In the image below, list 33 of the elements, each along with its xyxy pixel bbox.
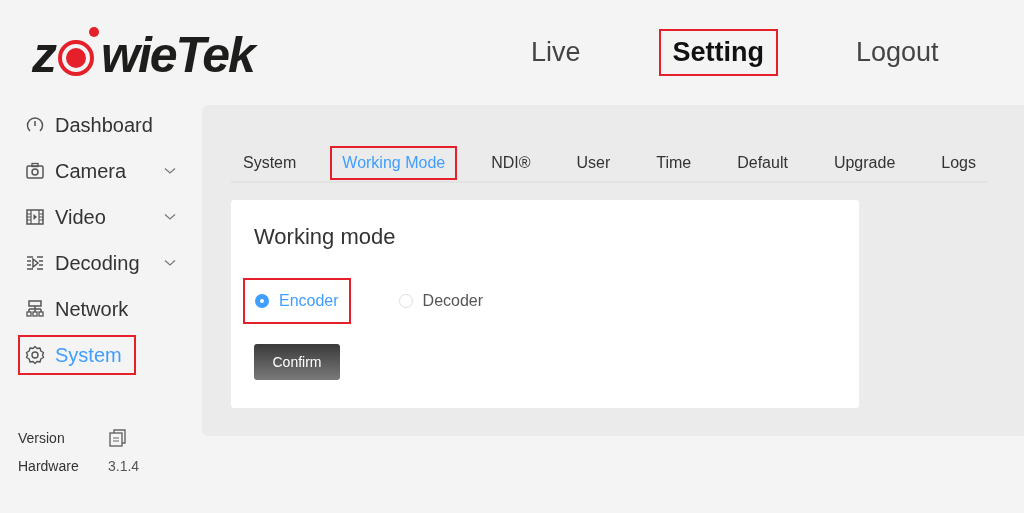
tab[interactable]: Time xyxy=(644,146,704,180)
tab[interactable]: Logs xyxy=(929,146,988,180)
settings-icon xyxy=(25,345,45,365)
nav-link[interactable]: Setting xyxy=(658,29,779,76)
chevron-down-icon xyxy=(164,213,176,221)
nav-link[interactable]: Live xyxy=(517,29,595,76)
info-value: 3.1.4 xyxy=(108,458,140,474)
tab[interactable]: NDI® xyxy=(479,146,543,180)
tab[interactable]: Upgrade xyxy=(821,146,908,180)
confirm-button[interactable]: Confirm xyxy=(254,344,340,380)
logo-text: z xyxy=(32,29,55,80)
chevron-down-icon xyxy=(164,259,176,267)
card-title: Working mode xyxy=(254,224,397,250)
sidebar-item[interactable]: Decoding xyxy=(18,243,178,283)
sidebar-item[interactable]: Dashboard xyxy=(18,105,178,145)
info-label: Version xyxy=(18,430,66,446)
tab[interactable]: User xyxy=(564,146,623,180)
sidebar-item[interactable]: Video xyxy=(18,197,178,237)
camera-icon xyxy=(25,161,45,181)
nav-link[interactable]: Logout xyxy=(842,29,953,76)
tab[interactable]: Default xyxy=(725,146,800,180)
copy-icon[interactable] xyxy=(108,428,128,448)
film-icon xyxy=(25,207,45,227)
sidebar-item[interactable]: Network xyxy=(18,289,178,329)
radio-option[interactable]: Decoder xyxy=(386,278,496,324)
network-icon xyxy=(25,299,45,319)
info-label: Hardware xyxy=(18,458,80,474)
logo-ring-icon xyxy=(56,25,100,78)
sidebar-item[interactable]: Camera xyxy=(18,151,178,191)
chevron-down-icon xyxy=(164,167,176,175)
gauge-icon xyxy=(25,115,45,135)
decoder-icon xyxy=(25,253,45,273)
tab[interactable]: System xyxy=(231,146,309,180)
